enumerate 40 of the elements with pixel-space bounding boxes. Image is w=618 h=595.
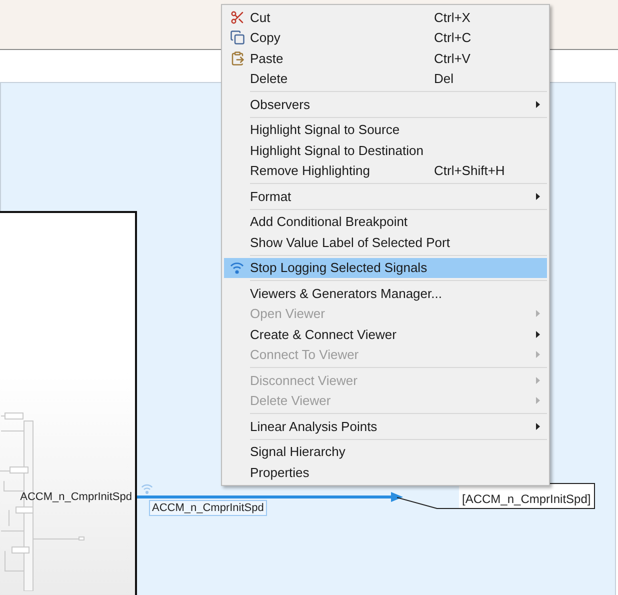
signal-logging-icon [140, 483, 154, 495]
copy-icon [230, 30, 244, 46]
menu-item[interactable]: Cut Ctrl+X [224, 7, 547, 28]
menu-item[interactable]: Viewers & Generators Manager... [224, 283, 547, 304]
shortcut-text: Del [434, 70, 455, 88]
menu-item[interactable]: Remove Highlighting Ctrl+Shift+H [224, 160, 547, 181]
menu-item[interactable]: Format [224, 186, 547, 206]
menu-item[interactable]: Add Conditional Breakpoint [224, 212, 547, 232]
menu-item[interactable]: Create & Connect Viewer [224, 324, 547, 344]
goto-tag: [ACCM_n_CmprInitSpd] [459, 483, 595, 509]
menu-item[interactable]: Paste Ctrl+V [224, 48, 547, 68]
signal-logging-icon [229, 260, 245, 275]
goto-tag-outline [397, 497, 461, 509]
menu-item[interactable]: Observers [224, 94, 547, 114]
signal-label: ACCM_n_CmprInitSpd [149, 500, 267, 516]
submenu-arrow-icon [536, 100, 540, 108]
submenu-arrow-icon [536, 330, 540, 338]
scissors-icon [230, 10, 244, 25]
submenu-arrow-icon [536, 376, 540, 384]
paste-icon [230, 50, 244, 66]
shortcut-text: Ctrl+V [434, 50, 472, 68]
signal-line[interactable] [137, 492, 403, 502]
submenu-arrow-icon [536, 397, 540, 404]
submenu-arrow-icon [536, 310, 540, 318]
menu-item[interactable]: Linear Analysis Points [224, 416, 547, 436]
shortcut-text: Ctrl+X [434, 8, 472, 26]
port-label: ACCM_n_CmprInitSpd [20, 490, 132, 505]
menu-item[interactable]: Properties [224, 462, 547, 482]
menu-item[interactable]: Highlight Signal to Source [224, 120, 547, 140]
menu-item[interactable]: Stop Logging Selected Signals [224, 258, 547, 278]
menu-item[interactable]: Highlight Signal to Destination [224, 140, 547, 160]
menu-item[interactable]: Show Value Label of Selected Port [224, 232, 547, 252]
shortcut-text: Ctrl+Shift+H [434, 162, 506, 180]
submenu-arrow-icon [536, 351, 540, 358]
shortcut-text: Ctrl+C [434, 29, 472, 47]
menu-item[interactable]: Delete Del [224, 68, 547, 89]
menu-item[interactable]: Signal Hierarchy [224, 442, 547, 462]
menu-item[interactable]: Copy Ctrl+C [224, 28, 547, 48]
submenu-arrow-icon [536, 192, 540, 200]
submenu-arrow-icon [536, 422, 540, 430]
